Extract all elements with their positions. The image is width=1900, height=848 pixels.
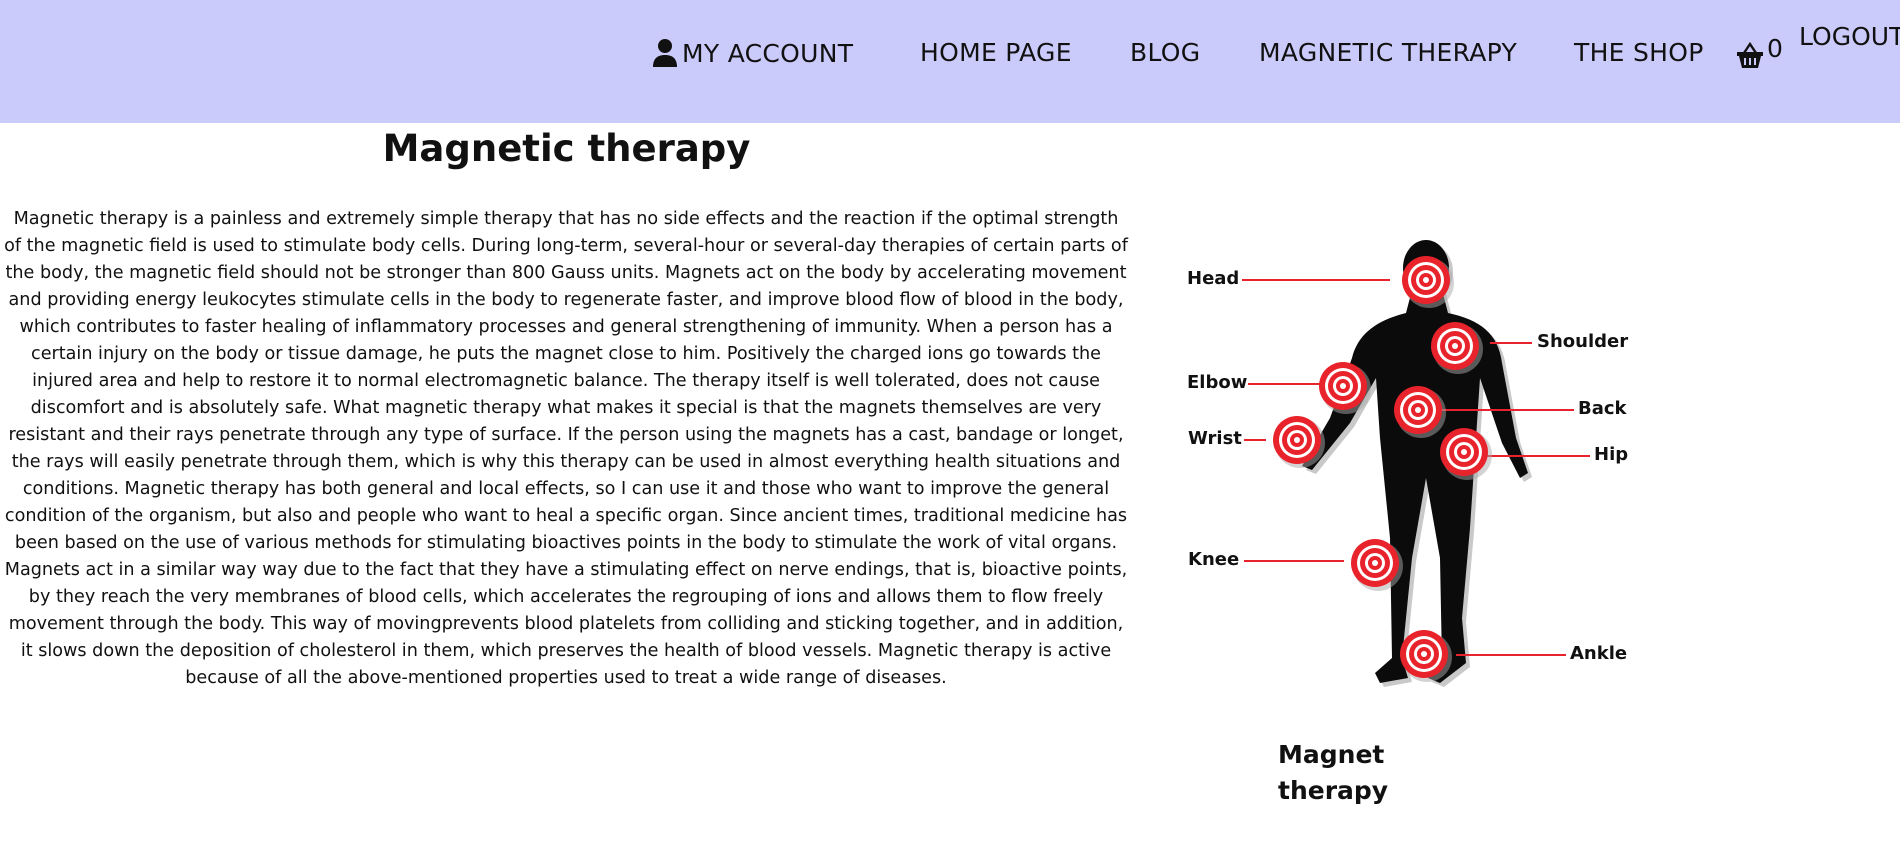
target-wrist xyxy=(1273,416,1325,468)
figure-caption: Magnet therapy xyxy=(1278,740,1389,805)
page-title: Magnetic therapy xyxy=(382,127,751,170)
label-hip: Hip xyxy=(1594,444,1629,465)
navbar: MY ACCOUNT HOME PAGE BLOG MAGNETIC THERA… xyxy=(0,0,1900,123)
logout-link[interactable]: LOGOUT xyxy=(1799,22,1900,51)
label-head: Head xyxy=(1187,268,1240,289)
target-elbow xyxy=(1319,362,1371,414)
label-wrist: Wrist xyxy=(1188,428,1242,449)
magnet-targets xyxy=(1273,256,1492,682)
cart-button[interactable]: 0 xyxy=(1735,34,1783,71)
label-knee: Knee xyxy=(1188,549,1240,570)
target-knee xyxy=(1351,539,1403,591)
magnet-points-diagram: Head Shoulder Elbow Back Wrist Hip Knee … xyxy=(1180,238,1650,698)
label-shoulder: Shoulder xyxy=(1537,331,1629,352)
target-ankle xyxy=(1400,630,1452,682)
label-ankle: Ankle xyxy=(1570,643,1628,664)
nav-blog[interactable]: BLOG xyxy=(1130,38,1200,67)
target-back xyxy=(1394,386,1446,438)
target-hip xyxy=(1440,428,1492,480)
target-head xyxy=(1402,256,1454,308)
nav-my-account[interactable]: MY ACCOUNT xyxy=(652,38,853,68)
cart-count: 0 xyxy=(1767,34,1783,63)
user-icon xyxy=(653,39,677,67)
article-body: Magnetic therapy is a painless and extre… xyxy=(4,209,1128,688)
label-elbow: Elbow xyxy=(1187,372,1248,393)
target-shoulder xyxy=(1431,322,1483,374)
nav-magnetic-therapy[interactable]: MAGNETIC THERAPY xyxy=(1259,38,1517,67)
nav-my-account-label: MY ACCOUNT xyxy=(682,38,854,68)
nav-home-page[interactable]: HOME PAGE xyxy=(920,38,1072,67)
basket-icon xyxy=(1737,41,1763,68)
nav-the-shop[interactable]: THE SHOP xyxy=(1574,38,1704,67)
label-back: Back xyxy=(1578,398,1627,419)
